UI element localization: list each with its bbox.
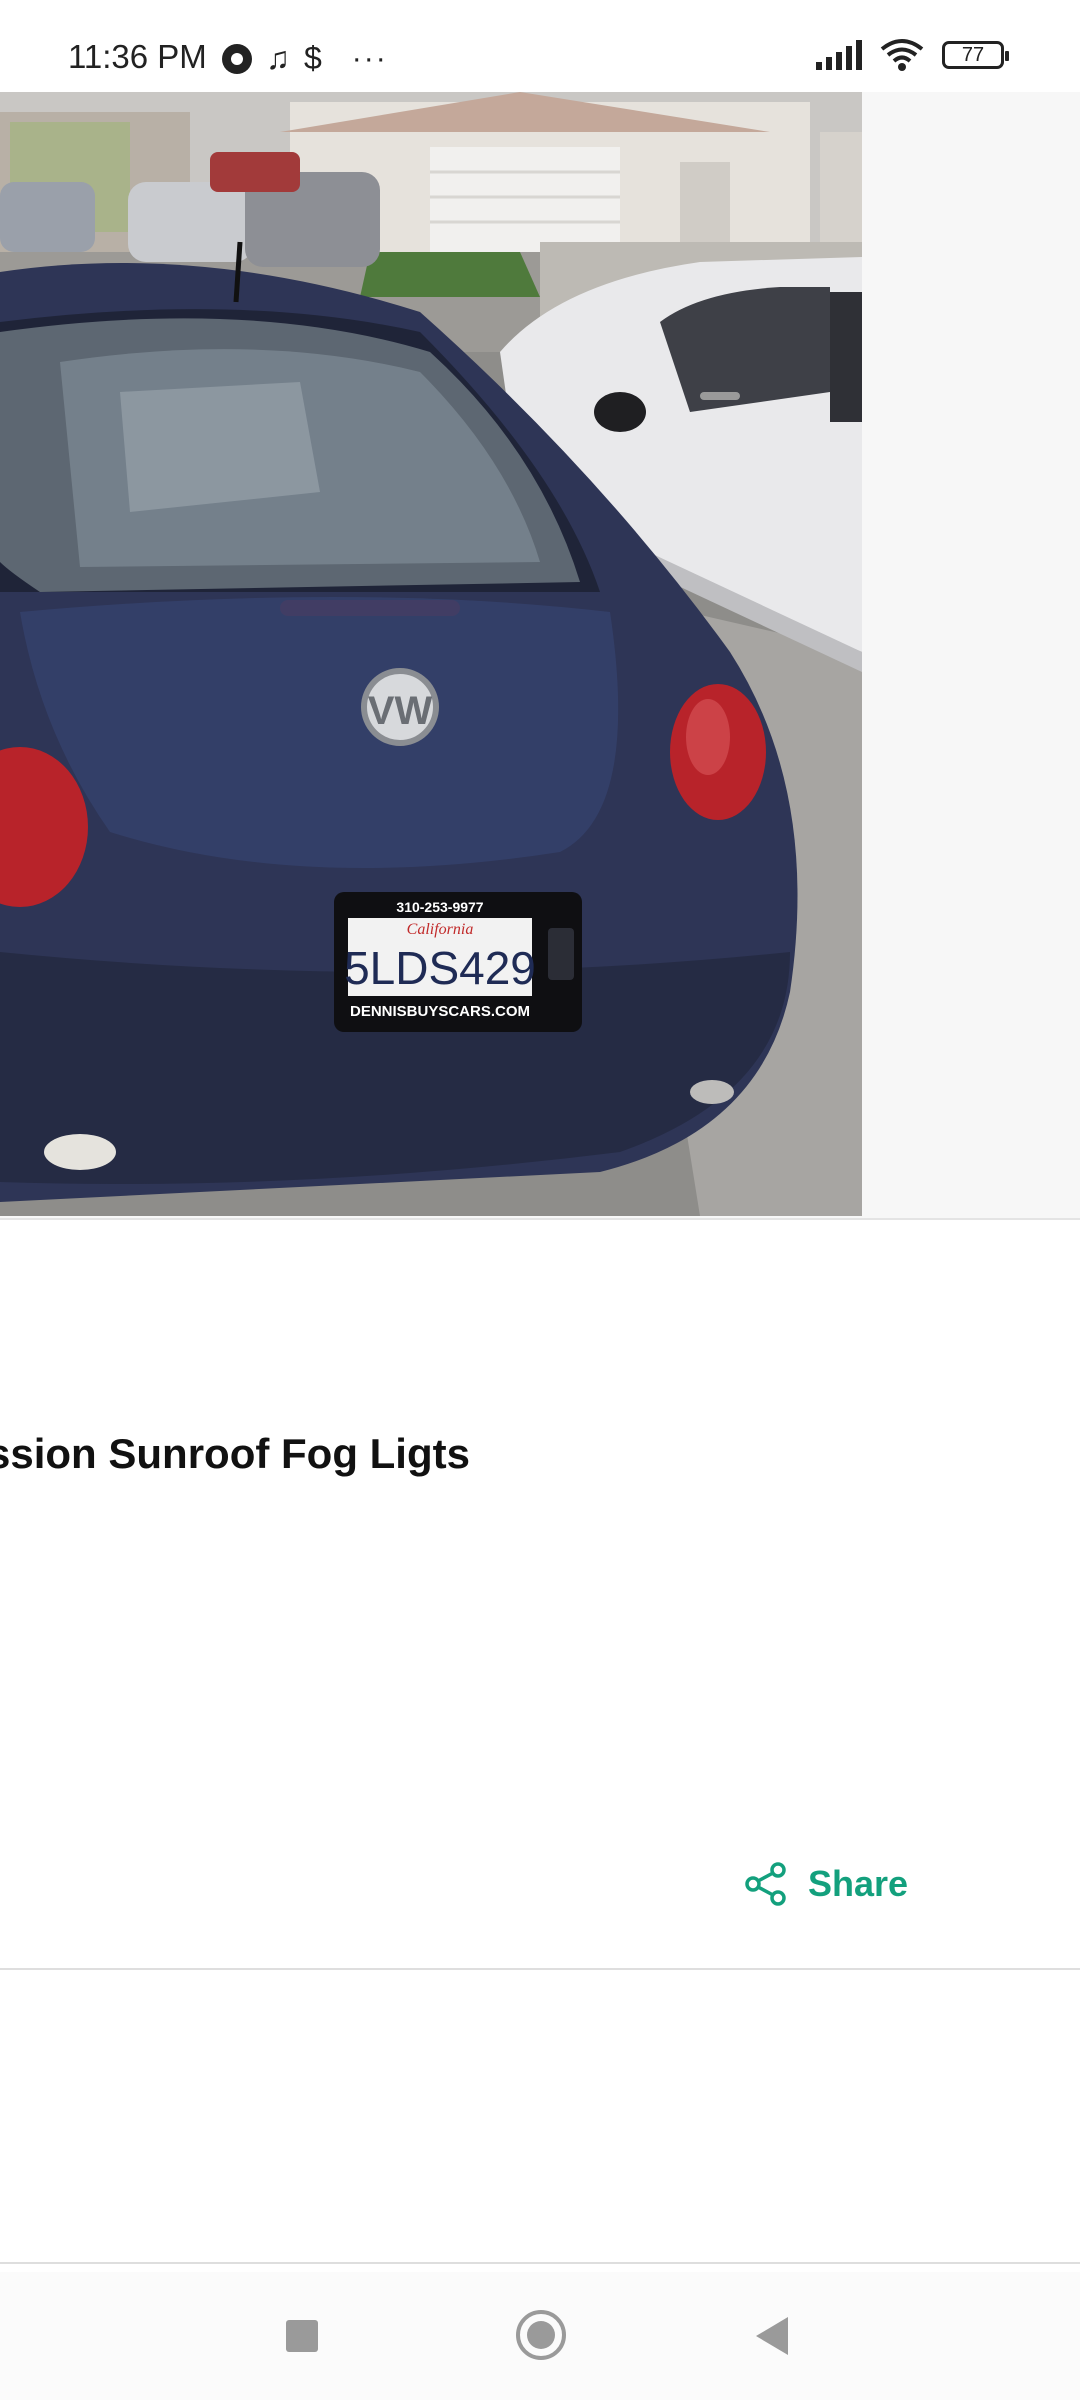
chrome-icon	[222, 43, 252, 74]
back-triangle-icon[interactable]	[756, 2317, 788, 2355]
status-bar: 11:36 PM ♫ $ ··· 77	[0, 0, 1080, 92]
status-system-icons: 77	[816, 38, 1009, 72]
status-notification-icons: ♫ $ ···	[222, 40, 388, 77]
more-notifications-icon: ···	[351, 41, 388, 75]
dollar-icon: $	[304, 40, 322, 76]
status-time: 11:36 PM	[68, 38, 207, 75]
battery-icon: 77	[942, 41, 1009, 69]
svg-text:VW: VW	[368, 689, 433, 733]
wifi-icon	[880, 39, 924, 71]
section-divider	[0, 2262, 1080, 2264]
section-divider	[0, 1968, 1080, 1970]
plate-frame-top: 310-253-9977	[396, 899, 483, 915]
plate-state: California	[407, 921, 474, 938]
listing-title-text: mission Sunroof Fog Ligts	[0, 1430, 470, 1477]
car-photo-image: VW 310-253-9977 California 5LDS429 DENNI…	[0, 92, 862, 1216]
share-label: Share	[808, 1863, 909, 1904]
plate-frame-bottom: DENNISBUYSCARS.COM	[350, 1003, 530, 1020]
plate-number: 5LDS429	[344, 942, 536, 994]
system-nav-bar	[0, 2272, 1080, 2400]
share-icon	[745, 1862, 786, 1906]
listing-title: mission Sunroof Fog Ligts	[0, 1430, 1080, 1478]
photo-gallery[interactable]: VW 310-253-9977 California 5LDS429 DENNI…	[0, 92, 1080, 1220]
listing-photo[interactable]: VW 310-253-9977 California 5LDS429 DENNI…	[0, 92, 862, 1216]
music-note-icon: ♫	[266, 40, 290, 76]
home-circle-icon[interactable]	[516, 2310, 566, 2360]
recents-square-icon[interactable]	[286, 2320, 318, 2352]
share-button[interactable]: Share	[744, 1862, 908, 1906]
cell-signal-icon	[816, 40, 862, 70]
